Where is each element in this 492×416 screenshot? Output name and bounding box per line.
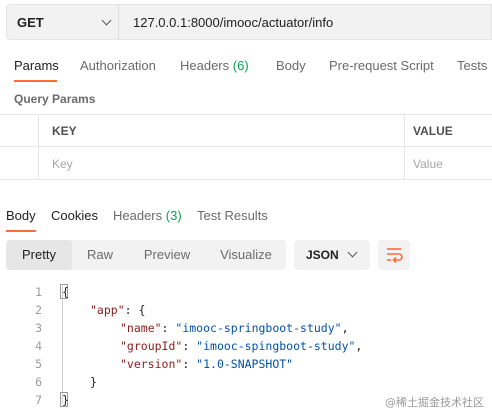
tab-headers-label: Headers	[180, 58, 230, 73]
line-number: 1	[35, 285, 42, 299]
tab-response-body[interactable]: Body	[6, 208, 36, 223]
active-tab-indicator	[14, 80, 57, 82]
tab-cookies-label: Cookies	[51, 208, 98, 223]
table-header-row: KEY VALUE	[0, 115, 492, 147]
line-number: 7	[35, 393, 42, 407]
tab-pre-request-label: Pre-request Script	[329, 58, 434, 73]
json-key: "app"	[90, 303, 125, 317]
chevron-down-icon	[347, 247, 358, 258]
tab-body-label: Body	[276, 58, 306, 73]
tab-cookies[interactable]: Cookies	[51, 208, 98, 223]
preview-button[interactable]: Preview	[128, 240, 206, 270]
http-method-select[interactable]: GET	[6, 4, 118, 40]
request-url-bar: GET 127.0.0.1:8000/imooc/actuator/info	[0, 0, 492, 44]
line-number: 4	[35, 339, 42, 353]
tab-authorization[interactable]: Authorization	[80, 58, 156, 73]
tab-pre-request-script[interactable]: Pre-request Script	[329, 58, 434, 73]
tab-response-body-label: Body	[6, 208, 36, 223]
json-brace: }	[90, 375, 97, 389]
tab-response-headers-label: Headers	[113, 208, 163, 223]
url-input[interactable]: 127.0.0.1:8000/imooc/actuator/info	[118, 4, 492, 40]
json-key: "groupId"	[120, 339, 183, 353]
code-line: }	[90, 375, 97, 389]
response-body-code[interactable]: 1 2 3 4 5 6 7 { "app": { "name": "imooc-…	[0, 282, 492, 412]
key-input[interactable]: Key	[52, 157, 73, 171]
value-input[interactable]: Value	[413, 157, 443, 171]
tab-test-results-label: Test Results	[197, 208, 268, 223]
table-row: Key Value	[0, 148, 492, 180]
column-header-value: VALUE	[413, 124, 453, 138]
code-line: "groupId": "imooc-spingboot-study",	[120, 339, 363, 353]
view-mode-selector: Pretty Raw Preview Visualize	[6, 240, 286, 270]
wrap-lines-button[interactable]	[378, 240, 410, 270]
json-string: "1.0-SNAPSHOT"	[196, 357, 294, 371]
code-line: "name": "imooc-springboot-study",	[120, 321, 349, 335]
tab-headers[interactable]: Headers (6)	[180, 58, 249, 73]
pretty-button[interactable]: Pretty	[6, 240, 72, 270]
tab-params[interactable]: Params	[14, 58, 59, 73]
column-header-key: KEY	[52, 124, 77, 138]
active-tab-indicator	[6, 230, 36, 232]
response-toolbar: Pretty Raw Preview Visualize JSON	[0, 238, 492, 272]
request-tabs: Params Authorization Headers (6) Body Pr…	[0, 50, 492, 82]
json-key: "version"	[120, 357, 183, 371]
tab-response-headers[interactable]: Headers (3)	[113, 208, 182, 223]
indent-guide	[62, 286, 63, 404]
watermark: @稀土掘金技术社区	[385, 396, 484, 409]
url-text: 127.0.0.1:8000/imooc/actuator/info	[133, 15, 334, 30]
tab-tests[interactable]: Tests	[457, 58, 487, 73]
http-method-label: GET	[17, 15, 44, 30]
json-key: "name"	[120, 321, 162, 335]
line-number: 2	[35, 303, 42, 317]
line-number: 3	[35, 321, 42, 335]
response-headers-count-badge: (3)	[165, 208, 182, 223]
query-params-table: KEY VALUE Key Value	[0, 114, 492, 180]
format-select[interactable]: JSON	[294, 240, 370, 270]
code-line: {	[62, 285, 69, 299]
code-line: "version": "1.0-SNAPSHOT"	[120, 357, 294, 371]
visualize-button[interactable]: Visualize	[206, 240, 286, 270]
json-punct: : {	[124, 303, 146, 317]
tab-params-label: Params	[14, 58, 59, 73]
tab-body[interactable]: Body	[276, 58, 306, 73]
query-params-title: Query Params	[14, 92, 96, 106]
wrap-lines-icon	[387, 248, 403, 264]
line-number: 5	[35, 357, 42, 371]
response-tabs: Body Cookies Headers (3) Test Results	[0, 200, 492, 232]
tab-test-results[interactable]: Test Results	[197, 208, 268, 223]
json-brace: {	[62, 285, 69, 299]
json-string: "imooc-springboot-study"	[175, 321, 342, 335]
tab-tests-label: Tests	[457, 58, 488, 73]
format-label: JSON	[306, 248, 339, 262]
chevron-down-icon	[101, 15, 112, 26]
line-number: 6	[35, 375, 42, 389]
code-line: "app": {	[90, 303, 145, 317]
raw-button[interactable]: Raw	[72, 240, 128, 270]
json-brace: }	[62, 393, 69, 407]
tab-authorization-label: Authorization	[80, 58, 156, 73]
json-string: "imooc-spingboot-study"	[196, 339, 356, 353]
headers-count-badge: (6)	[232, 58, 249, 73]
code-line: }	[62, 393, 69, 407]
